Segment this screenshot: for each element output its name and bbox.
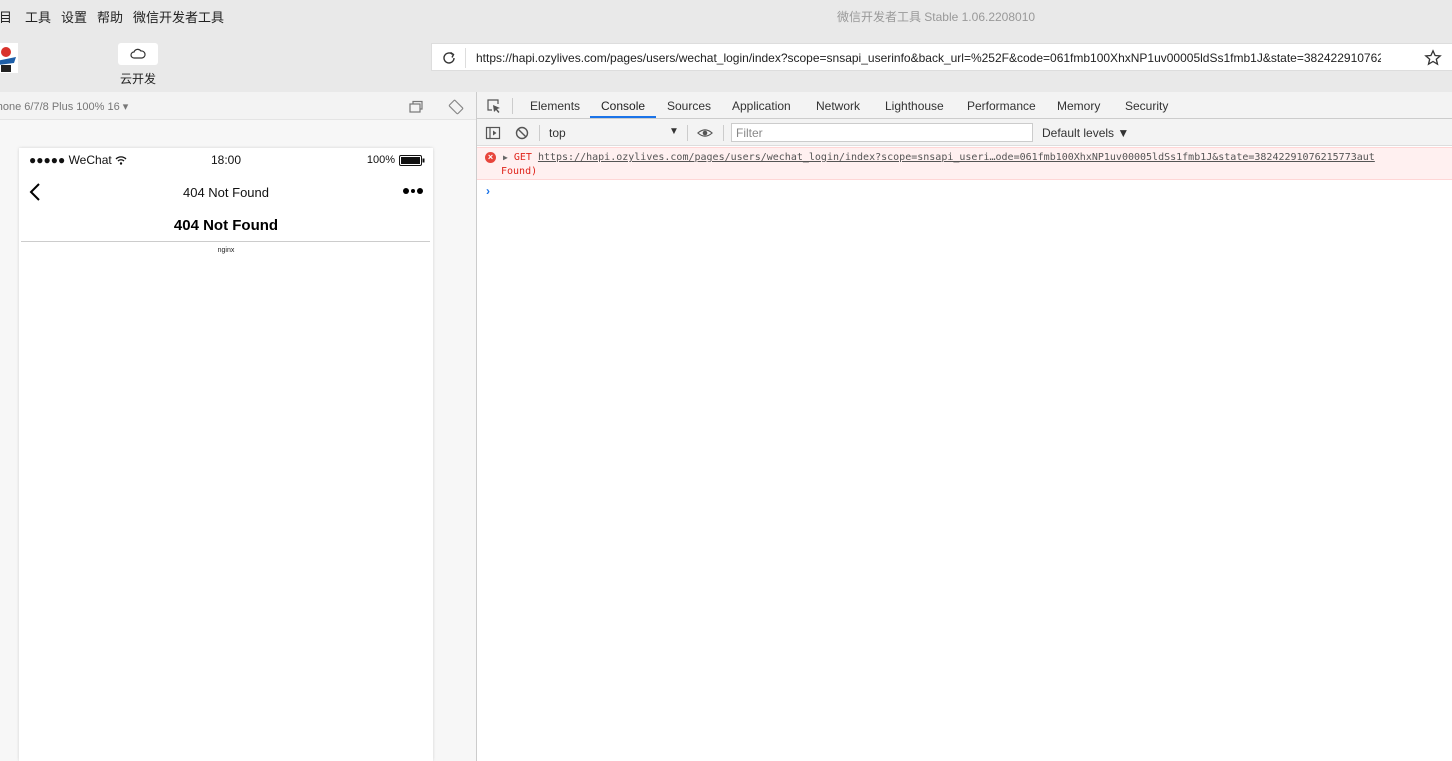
tab-security[interactable]: Security bbox=[1125, 99, 1168, 113]
error-line: ▶ GET https://hapi.ozylives.com/pages/us… bbox=[503, 152, 1452, 163]
more-dot-small bbox=[411, 189, 415, 193]
more-menu-icon[interactable] bbox=[403, 188, 423, 194]
cloud-dev-button[interactable] bbox=[118, 43, 158, 65]
status-battery: 100% bbox=[367, 154, 425, 166]
show-sidebar-icon[interactable] bbox=[485, 125, 501, 141]
tab-performance[interactable]: Performance bbox=[967, 99, 1036, 113]
console-filter-input[interactable] bbox=[731, 123, 1033, 142]
cloud-icon bbox=[130, 48, 146, 59]
page-heading: 404 Not Found bbox=[173, 217, 279, 234]
more-dot bbox=[417, 188, 423, 194]
console-error-message: × ▶ GET https://hapi.ozylives.com/pages/… bbox=[477, 147, 1452, 180]
project-avatar-icon[interactable] bbox=[0, 43, 18, 73]
context-selector[interactable]: top bbox=[549, 126, 681, 140]
bookmark-star-icon[interactable] bbox=[1424, 49, 1442, 67]
more-dot bbox=[403, 188, 409, 194]
simulator-header: iPhone 6/7/8 Plus 100% 16 ▾ bbox=[0, 92, 476, 120]
menu-bar: 项目 工具 设置 帮助 微信开发者工具 微信开发者工具 Stable 1.06.… bbox=[0, 0, 1452, 30]
error-url-link[interactable]: https://hapi.ozylives.com/pages/users/we… bbox=[538, 152, 1375, 163]
url-bar[interactable]: https://hapi.ozylives.com/pages/users/we… bbox=[431, 43, 1452, 71]
tab-network[interactable]: Network bbox=[816, 99, 860, 113]
device-selector[interactable]: iPhone 6/7/8 Plus 100% 16 ▾ bbox=[0, 100, 128, 113]
cloud-dev-label: 云开发 bbox=[120, 72, 157, 86]
tab-console[interactable]: Console bbox=[601, 99, 645, 113]
rotate-icon[interactable] bbox=[448, 99, 464, 115]
toolbar-divider bbox=[687, 125, 688, 141]
devtools-panel: Elements Console Sources Application Net… bbox=[476, 92, 1452, 761]
error-method: GET bbox=[513, 152, 532, 163]
tab-elements[interactable]: Elements bbox=[530, 99, 580, 113]
tab-sources[interactable]: Sources bbox=[667, 99, 711, 113]
page-divider bbox=[21, 241, 430, 242]
expand-triangle-icon[interactable]: ▶ bbox=[503, 153, 508, 162]
battery-icon bbox=[399, 154, 425, 166]
tab-lighthouse[interactable]: Lighthouse bbox=[885, 99, 944, 113]
nav-title: 404 Not Found bbox=[182, 185, 269, 200]
url-input[interactable]: https://hapi.ozylives.com/pages/users/we… bbox=[476, 51, 1381, 65]
url-divider bbox=[465, 48, 466, 68]
battery-percent: 100% bbox=[366, 154, 395, 166]
active-tab-indicator bbox=[590, 116, 656, 118]
server-signature: nginx bbox=[217, 247, 235, 254]
tab-divider bbox=[512, 98, 513, 114]
inspect-element-icon[interactable] bbox=[486, 98, 502, 114]
window-title: 微信开发者工具 Stable 1.06.2208010 bbox=[836, 10, 1036, 24]
toolbar-divider bbox=[539, 125, 540, 141]
detach-window-icon[interactable] bbox=[408, 99, 424, 115]
live-expression-eye-icon[interactable] bbox=[697, 125, 713, 141]
console-toolbar: top ▼ Default levels ▼ bbox=[477, 119, 1452, 146]
error-icon: × bbox=[485, 152, 496, 163]
console-prompt[interactable]: › bbox=[486, 184, 490, 198]
simulator-area: ●●●●● WeChat 18:00 100% 404 Not Found 40… bbox=[0, 120, 476, 761]
context-dropdown-icon[interactable]: ▼ bbox=[669, 126, 679, 137]
tab-application[interactable]: Application bbox=[732, 99, 791, 113]
toolbar: 云开发 https://hapi.ozylives.com/pages/user… bbox=[0, 30, 1452, 92]
reload-icon[interactable] bbox=[440, 49, 458, 67]
toolbar-divider bbox=[723, 125, 724, 141]
clear-console-icon[interactable] bbox=[514, 125, 530, 141]
error-continuation: Found) bbox=[501, 166, 538, 177]
tab-memory[interactable]: Memory bbox=[1057, 99, 1100, 113]
devtools-tabbar: Elements Console Sources Application Net… bbox=[477, 92, 1452, 119]
log-levels-dropdown[interactable]: Default levels ▼ bbox=[1042, 126, 1129, 140]
phone-screen: ●●●●● WeChat 18:00 100% 404 Not Found 40… bbox=[19, 148, 433, 761]
